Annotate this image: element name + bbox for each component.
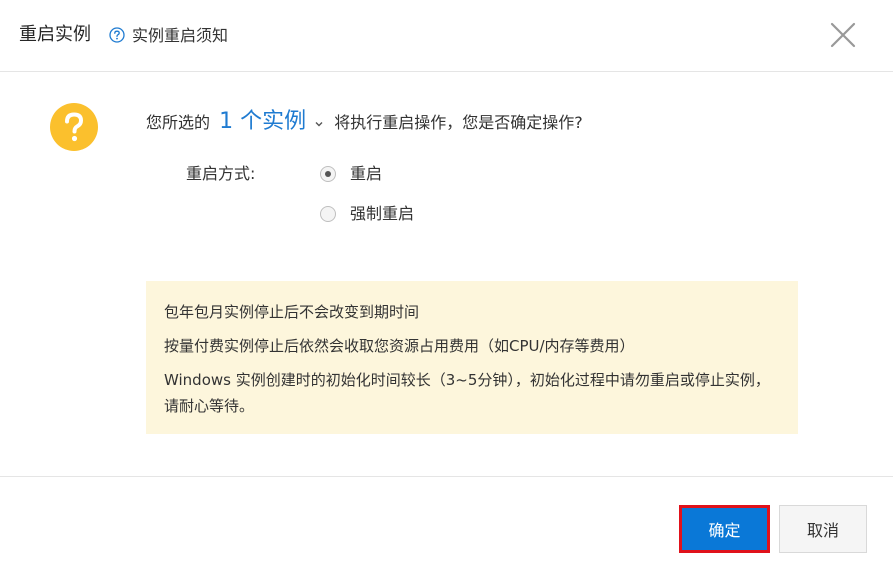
radio-button[interactable] bbox=[320, 166, 336, 182]
confirm-button[interactable]: 确定 bbox=[679, 505, 770, 553]
radio-force-restart-label[interactable]: 强制重启 bbox=[350, 202, 414, 226]
radio-restart[interactable]: 重启 bbox=[320, 162, 382, 186]
notice-box: 包年包月实例停止后不会改变到期时间 按量付费实例停止后依然会收取您资源占用费用（… bbox=[146, 281, 798, 434]
notice-line: 按量付费实例停止后依然会收取您资源占用费用（如CPU/内存等费用） bbox=[164, 337, 635, 355]
dialog-title: 重启实例 bbox=[19, 24, 91, 45]
confirm-question: 您所选的 1 个实例 将执行重启操作，您是否确定操作? bbox=[146, 108, 583, 137]
question-mark-circle-icon bbox=[50, 103, 98, 151]
notice-line: 包年包月实例停止后不会改变到期时间 bbox=[164, 303, 420, 321]
chevron-down-icon[interactable] bbox=[313, 118, 325, 130]
cancel-button[interactable]: 取消 bbox=[779, 505, 867, 553]
restart-method-label: 重启方式: bbox=[186, 164, 256, 183]
selected-instance-count[interactable]: 1 个实例 bbox=[219, 109, 306, 134]
radio-force-restart[interactable]: 强制重启 bbox=[320, 202, 414, 226]
question-suffix: 将执行重启操作，您是否确定操作? bbox=[334, 113, 583, 132]
question-prefix: 您所选的 bbox=[146, 113, 211, 132]
footer-divider bbox=[0, 476, 893, 477]
close-icon[interactable] bbox=[828, 20, 858, 50]
question-circle-icon[interactable] bbox=[109, 27, 125, 43]
restart-notice-link[interactable]: 实例重启须知 bbox=[132, 25, 228, 47]
notice-line: Windows 实例创建时的初始化时间较长（3~5分钟），初始化过程中请勿重启或… bbox=[164, 371, 770, 415]
radio-restart-label[interactable]: 重启 bbox=[350, 162, 382, 186]
dialog-header: 重启实例 实例重启须知 bbox=[0, 0, 893, 72]
radio-button[interactable] bbox=[320, 206, 336, 222]
